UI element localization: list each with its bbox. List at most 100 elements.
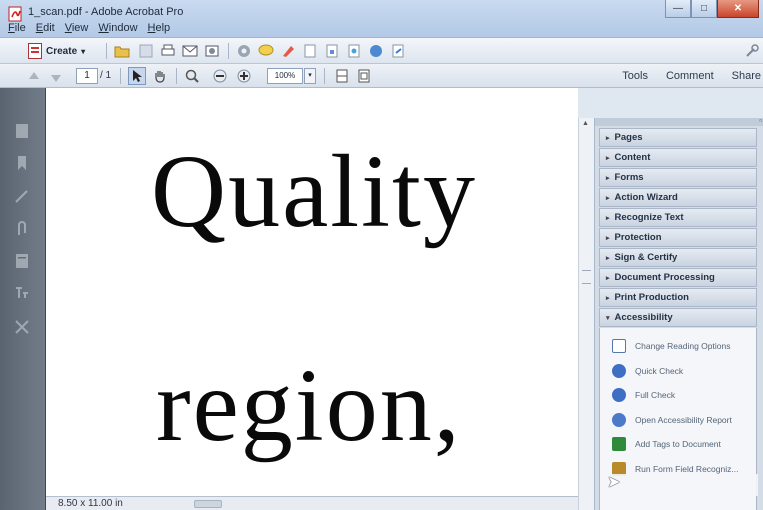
document-tool-3[interactable] xyxy=(346,43,362,59)
quick-check-icon xyxy=(612,363,626,378)
signatures-icon[interactable] xyxy=(13,188,31,206)
print-button[interactable] xyxy=(160,43,176,59)
scroll-up-icon[interactable]: ▲ xyxy=(582,120,589,127)
order-icon[interactable] xyxy=(13,318,31,336)
report-icon xyxy=(612,412,626,427)
marquee-zoom-button[interactable] xyxy=(184,68,200,84)
panel-recognize-text[interactable]: ▸ Recognize Text xyxy=(599,208,757,227)
navigation-panel xyxy=(0,88,46,510)
horizontal-scrollbar[interactable] xyxy=(194,500,222,508)
zoom-dropdown-icon[interactable]: ▾ xyxy=(304,68,316,84)
hand-tool-button[interactable] xyxy=(152,68,168,84)
highlighter-icon xyxy=(283,46,294,57)
attachments-icon[interactable] xyxy=(13,220,31,238)
create-pdf-icon xyxy=(28,43,42,59)
document-word-quality: Quality xyxy=(151,134,477,249)
tab-share[interactable]: Share xyxy=(732,70,761,82)
bookmarks-icon[interactable] xyxy=(13,154,31,172)
menu-bar: File Edit View Window Help xyxy=(8,22,170,34)
mouse-cursor-icon: ➤ xyxy=(607,474,621,491)
status-bar: 8.50 x 11.00 in xyxy=(46,496,578,510)
panel-pages[interactable]: ▸ Pages xyxy=(599,128,757,147)
menu-window[interactable]: Window xyxy=(98,22,137,34)
folder-icon xyxy=(114,46,130,58)
printer-icon xyxy=(161,44,175,56)
title-bar: 1_scan.pdf - Adobe Acrobat Pro — □ ✕ Fil… xyxy=(0,0,763,38)
fit-width-button[interactable] xyxy=(334,68,350,84)
document-view[interactable]: Quality region, xyxy=(46,88,578,510)
vertical-scrollbar[interactable]: ▲ xyxy=(578,118,594,510)
zoom-out-button[interactable] xyxy=(212,68,228,84)
comment-button[interactable] xyxy=(258,43,274,59)
hover-highlight xyxy=(610,474,758,496)
tool-open-accessibility-report[interactable]: Open Accessibility Report xyxy=(600,408,756,433)
globe-tool[interactable] xyxy=(368,43,384,59)
tool-change-reading-options[interactable]: Change Reading Options xyxy=(600,334,756,359)
tool-add-tags[interactable]: Add Tags to Document xyxy=(600,432,756,457)
panel-forms[interactable]: ▸ Forms xyxy=(599,168,757,187)
plus-icon xyxy=(237,69,251,83)
maximize-button[interactable]: □ xyxy=(691,0,717,18)
previous-page-button[interactable] xyxy=(26,69,42,85)
comment-icon xyxy=(258,44,274,56)
document-scan-icon xyxy=(348,44,360,58)
tool-panel-list: ▸ Pages ▸ Content ▸ Forms ▸ Action Wizard ▸ R… xyxy=(599,128,757,510)
menu-view[interactable]: View xyxy=(65,22,89,34)
collaborate-button[interactable] xyxy=(204,43,220,59)
panel-content[interactable]: ▸ Content xyxy=(599,148,757,167)
window-title: 1_scan.pdf - Adobe Acrobat Pro xyxy=(28,6,184,18)
zoom-level-input[interactable]: 100% xyxy=(267,68,303,84)
save-button[interactable] xyxy=(138,43,154,59)
panel-accessibility[interactable]: ▾ Accessibility xyxy=(599,308,757,327)
page-thumbnails-icon[interactable] xyxy=(13,122,31,140)
cursor-arrow-icon xyxy=(133,70,142,82)
open-button[interactable] xyxy=(114,43,130,59)
menu-edit[interactable]: Edit xyxy=(36,22,55,34)
right-tabs: Tools Comment Share xyxy=(622,64,763,88)
tags-icon[interactable] xyxy=(13,284,31,302)
wrench-icon xyxy=(746,44,759,57)
close-button[interactable]: ✕ xyxy=(717,0,759,18)
highlight-button[interactable] xyxy=(280,43,296,59)
select-tool-button[interactable] xyxy=(128,67,146,85)
create-label: Create xyxy=(46,45,78,57)
settings-button[interactable] xyxy=(236,43,252,59)
full-check-icon xyxy=(612,388,626,403)
document-tool-1[interactable] xyxy=(302,43,318,59)
panel-protection[interactable]: ▸ Protection xyxy=(599,228,757,247)
email-button[interactable] xyxy=(182,43,198,59)
next-page-button[interactable] xyxy=(48,69,64,85)
minus-icon xyxy=(213,69,227,83)
document-export-icon xyxy=(392,44,404,58)
close-pane-icon[interactable]: ▫ xyxy=(759,118,762,125)
tool-quick-check[interactable]: Quick Check xyxy=(600,359,756,384)
menu-help[interactable]: Help xyxy=(148,22,171,34)
document-tool-4[interactable] xyxy=(390,43,406,59)
splitter-grip[interactable] xyxy=(582,270,591,284)
document-word-region: region, xyxy=(156,348,462,463)
menu-file[interactable]: File xyxy=(8,22,26,34)
zoom-in-button[interactable] xyxy=(236,68,252,84)
fit-page-button[interactable] xyxy=(356,68,372,84)
tab-tools[interactable]: Tools xyxy=(622,70,648,82)
arrow-down-icon xyxy=(51,75,61,82)
panel-action-wizard[interactable]: ▸ Action Wizard xyxy=(599,188,757,207)
document-icon xyxy=(304,44,316,58)
gear-icon xyxy=(238,45,250,57)
pane-header: ▫ xyxy=(595,118,763,126)
panel-document-processing[interactable]: ▸ Document Processing xyxy=(599,268,757,287)
tool-full-check[interactable]: Full Check xyxy=(600,383,756,408)
document-add-icon xyxy=(326,44,338,58)
create-button[interactable]: Create ▾ xyxy=(24,42,89,60)
acrobat-app-icon xyxy=(8,6,22,22)
tools-pane: ▫ ▸ Pages ▸ Content ▸ Forms ▸ Action Wizard … xyxy=(594,118,763,510)
customize-toolbar-button[interactable] xyxy=(744,43,760,59)
document-tool-2[interactable] xyxy=(324,43,340,59)
content-icon[interactable] xyxy=(13,252,31,270)
panel-print-production[interactable]: ▸ Print Production xyxy=(599,288,757,307)
panel-sign-certify[interactable]: ▸ Sign & Certify xyxy=(599,248,757,267)
minimize-button[interactable]: — xyxy=(665,0,691,18)
page-number-input[interactable]: 1 xyxy=(76,68,98,84)
page-size-label: 8.50 x 11.00 in xyxy=(58,498,123,509)
tab-comment[interactable]: Comment xyxy=(666,70,714,82)
